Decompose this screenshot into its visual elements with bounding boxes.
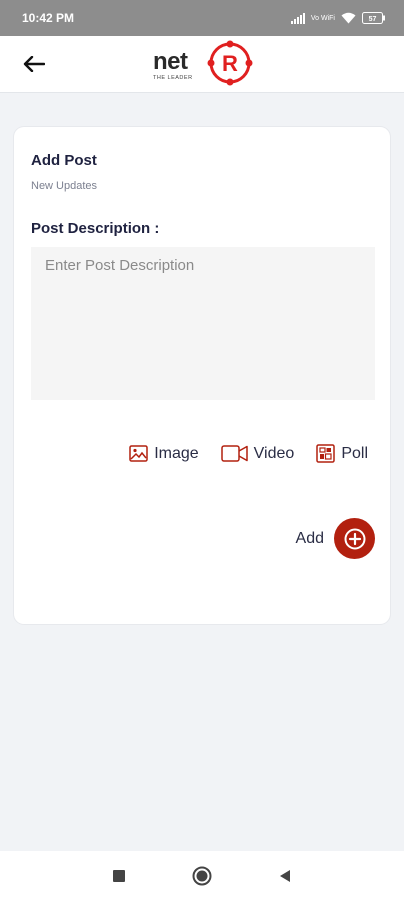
- card-title: Add Post: [31, 152, 97, 169]
- attach-video-button[interactable]: Video: [220, 444, 295, 463]
- home-circle-icon: [192, 866, 212, 886]
- arrow-left-icon: [23, 56, 45, 72]
- attachment-options: Image Video Poll: [129, 444, 368, 463]
- post-description-input[interactable]: [31, 247, 375, 400]
- home-button[interactable]: [190, 864, 214, 888]
- attach-poll-button[interactable]: Poll: [316, 444, 368, 463]
- back-button[interactable]: [18, 50, 50, 78]
- add-post-row: Add: [296, 518, 375, 559]
- square-icon: [113, 870, 125, 882]
- attach-poll-label: Poll: [341, 444, 368, 462]
- logo-r-badge: R: [207, 40, 253, 86]
- card-subtitle: New Updates: [31, 180, 98, 192]
- triangle-back-icon: [280, 870, 290, 882]
- description-label: Post Description :: [31, 220, 160, 237]
- attach-video-label: Video: [253, 444, 295, 462]
- logo-letter: R: [222, 51, 238, 76]
- status-icons: Vo WiFi 57: [290, 12, 386, 24]
- status-bar: 10:42 PM Vo WiFi 57: [0, 0, 404, 36]
- nav-back-button[interactable]: [273, 864, 297, 888]
- attach-image-button[interactable]: Image: [129, 444, 199, 463]
- status-time: 10:42 PM: [22, 11, 75, 25]
- recents-button[interactable]: [107, 864, 131, 888]
- add-post-button[interactable]: [334, 518, 375, 559]
- battery-level: 57: [369, 16, 377, 23]
- battery-icon: 57: [362, 12, 385, 24]
- app-bar: net THE LEADER R: [0, 36, 404, 93]
- image-icon: [129, 445, 148, 462]
- plus-circle-icon: [344, 528, 365, 549]
- attach-image-label: Image: [154, 444, 199, 462]
- add-post-card: Add Post New Updates Post Description : …: [14, 127, 390, 624]
- poll-icon: [316, 444, 336, 463]
- wifi-icon: [341, 12, 356, 24]
- system-nav-bar: [0, 851, 404, 900]
- signal-icon: [290, 12, 305, 24]
- logo-tagline: THE LEADER: [153, 75, 193, 81]
- add-label: Add: [295, 529, 324, 547]
- logo-text: net: [153, 48, 188, 75]
- app-logo: net THE LEADER R: [151, 38, 255, 90]
- network-label: Vo WiFi: [310, 14, 335, 22]
- video-icon: [220, 445, 248, 462]
